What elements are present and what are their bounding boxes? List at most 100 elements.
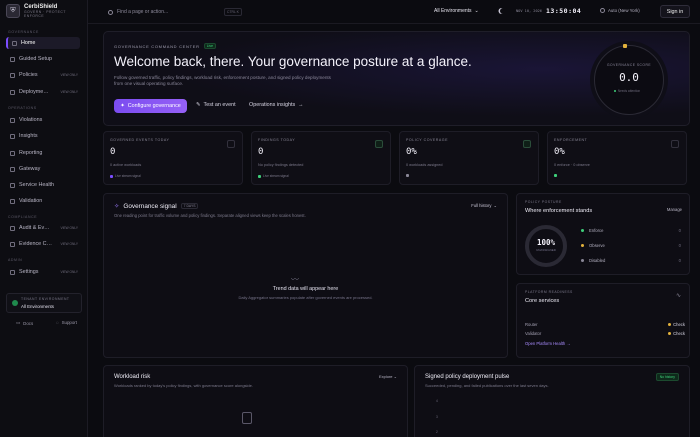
sign-in-button[interactable]: Sign in — [660, 5, 690, 18]
operations-insights-link[interactable]: Operations insights → — [249, 102, 304, 108]
current-date: NOV 10, 2026 — [516, 9, 542, 13]
docs-link[interactable]: ▭ Docs — [16, 320, 33, 326]
view-only-badge: VIEW ONLY — [60, 90, 78, 94]
core-services-panel: PLATFORM READINESS Core services ∿ Route… — [516, 283, 690, 358]
no-history-badge: No history — [655, 373, 679, 381]
signal-icon — [258, 174, 261, 178]
environment-selector[interactable]: All Environments ⌄ — [434, 8, 479, 14]
sidebar-item-guided-setup[interactable]: Guided Setup — [6, 53, 80, 65]
chart-icon — [10, 150, 15, 156]
topbar: Find a page or action... CTRL K All Envi… — [88, 0, 700, 24]
sidebar-item-violations[interactable]: Violations — [6, 114, 80, 126]
governance-score-gauge: GOVERNANCE SCORE 0.0 Needs attention — [594, 45, 664, 115]
check-icon — [10, 198, 15, 204]
signal-icon — [110, 174, 113, 178]
manage-link[interactable]: Manage — [667, 207, 682, 212]
sidebar: ⛨ CerbiShield GOVERN · PROTECT ENFORCE G… — [0, 0, 88, 437]
brand-tagline-2: ENFORCE — [24, 14, 45, 18]
sidebar-item-gateway[interactable]: Gateway — [6, 163, 80, 175]
shield-check-icon — [375, 140, 383, 148]
section-governance: GOVERNANCE — [8, 30, 39, 34]
deployment-pulse-panel: Signed policy deployment pulse Succeeded… — [414, 365, 690, 437]
sidebar-item-label: Violations — [19, 117, 43, 123]
sidebar-item-evidence[interactable]: Evidence C… VIEW ONLY — [6, 238, 80, 250]
tenant-label: TENANT ENVIRONMENT — [21, 297, 70, 301]
legend-label: Enforce — [589, 228, 604, 233]
view-only-badge: VIEW ONLY — [60, 73, 78, 77]
test-event-button[interactable]: ✎ Test an event — [196, 102, 236, 108]
globe-icon — [600, 8, 605, 13]
section-compliance: COMPLIANCE — [8, 215, 38, 219]
sidebar-item-settings[interactable]: Settings VIEW ONLY — [6, 266, 80, 278]
panel-title: ✧ Governance signal 7 DAYS — [114, 202, 199, 210]
stat-tag: Live stream signal — [110, 174, 141, 178]
stat-card-coverage[interactable]: POLICY COVERAGE 0% 0 workloads assigned — [399, 131, 539, 185]
workload-risk-panel: Workload risk Workloads ranked by today'… — [103, 365, 408, 437]
title-text: Governance signal — [123, 202, 177, 210]
button-label: Configure governance — [127, 103, 181, 109]
link-label: Operations insights — [249, 102, 296, 108]
configure-governance-button[interactable]: ✦ Configure governance — [114, 99, 187, 113]
view-only-badge: VIEW ONLY — [60, 242, 78, 246]
legend-disabled: Disabled 0 — [581, 258, 681, 263]
timezone-selector[interactable]: Auto (New York) — [600, 8, 640, 13]
search-input[interactable]: Find a page or action... — [108, 7, 238, 17]
button-label: Explore — [378, 374, 393, 379]
sidebar-item-home[interactable]: Home — [6, 37, 80, 49]
axis-tick: 3 — [436, 415, 438, 419]
sidebar-item-service-health[interactable]: Service Health — [6, 179, 80, 191]
legend-value: 0 — [678, 228, 681, 233]
brand[interactable]: ⛨ CerbiShield GOVERN · PROTECT ENFORCE — [6, 4, 66, 18]
sidebar-item-reporting[interactable]: Reporting — [6, 147, 80, 159]
score-value: 0.0 — [619, 71, 639, 84]
stat-card-events[interactable]: GOVERNED EVENTS TODAY 0 0 active workloa… — [103, 131, 243, 185]
sidebar-item-label: Service Health — [19, 182, 55, 188]
search-shortcut: CTRL K — [224, 8, 242, 16]
sidebar-item-insights[interactable]: Insights — [6, 130, 80, 142]
stat-subtext: 0 active workloads — [110, 163, 142, 167]
sparkle-icon: ✦ — [120, 103, 125, 109]
service-row-validator: Validator Check — [525, 331, 685, 336]
tenant-value: All Environments — [21, 304, 54, 309]
ring-value: 100% — [536, 238, 556, 247]
hero-panel: GOVERNANCE COMMAND CENTER Live Welcome ba… — [103, 31, 690, 126]
legend-value: 0 — [678, 258, 681, 263]
panel-title: Signed policy deployment pulse — [425, 374, 510, 380]
support-link[interactable]: ◌ Support — [56, 320, 77, 325]
axis-tick: 4 — [436, 399, 438, 403]
score-status: Needs attention — [617, 89, 641, 93]
button-label: Full history — [471, 203, 492, 208]
open-platform-health-link[interactable]: Open Platform Health → — [525, 341, 571, 346]
book-icon: ▭ — [16, 320, 21, 325]
sidebar-item-label: Guided Setup — [19, 56, 52, 62]
link-label: Open Platform Health — [525, 341, 566, 346]
legend-value: 0 — [678, 243, 681, 248]
lightbulb-icon — [10, 133, 15, 139]
live-badge: Live — [203, 43, 216, 49]
sidebar-item-label: Settings — [19, 269, 39, 275]
stat-card-findings[interactable]: FINDINGS TODAY 0 No policy findings dete… — [251, 131, 391, 185]
panel-title: Where enforcement stands — [525, 208, 593, 214]
stat-value: 0% — [554, 147, 565, 157]
sidebar-item-label: Home — [21, 40, 36, 46]
posture-ring: 100% UNASSIGNED — [525, 225, 567, 267]
sidebar-item-validation[interactable]: Validation — [6, 195, 80, 207]
theme-toggle-moon-icon[interactable] — [500, 8, 506, 14]
sidebar-item-audit[interactable]: Audit & Ev… VIEW ONLY — [6, 222, 80, 234]
sidebar-item-policies[interactable]: Policies VIEW ONLY — [6, 69, 80, 81]
panel-description: Succeeded, pending, and failed publicati… — [425, 383, 549, 388]
full-history-button[interactable]: Full history ⌄ — [471, 203, 497, 208]
chevron-down-icon: ⌄ — [474, 8, 479, 14]
tag-label: Live stream signal — [115, 174, 141, 178]
explore-button[interactable]: Explore ⌄ — [379, 374, 397, 379]
section-admin: ADMIN — [8, 258, 23, 262]
environment-label: All Environments — [434, 8, 472, 14]
search-icon — [108, 9, 113, 15]
chevron-down-icon: ⌄ — [393, 374, 397, 379]
stat-card-enforcement[interactable]: ENFORCEMENT 0% 0 enforce · 0 observe — [547, 131, 687, 185]
panel-eyebrow: POLICY POSTURE — [525, 200, 562, 204]
sidebar-item-deployments[interactable]: Deployme… VIEW ONLY — [6, 86, 80, 98]
pulse-icon — [227, 140, 235, 148]
status-text: Check — [673, 331, 685, 336]
tenant-selector[interactable]: TENANT ENVIRONMENT All Environments — [6, 293, 82, 313]
